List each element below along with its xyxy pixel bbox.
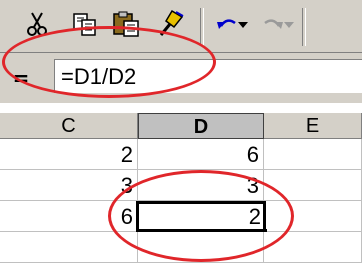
formula-input[interactable]: =D1/D2	[54, 59, 362, 93]
table-row: 3 3	[0, 170, 362, 201]
column-header-d[interactable]: D	[138, 113, 264, 139]
cut-icon	[26, 11, 48, 42]
cell-d1[interactable]: 6	[138, 139, 264, 170]
copy-icon	[72, 11, 98, 42]
column-header-e[interactable]: E	[264, 113, 362, 139]
column-header-row: C D E	[0, 113, 362, 139]
cell-c4[interactable]	[0, 232, 138, 263]
undo-icon	[215, 14, 239, 39]
table-row: 6 2	[0, 201, 362, 232]
cell-e1[interactable]	[264, 139, 362, 170]
paste-icon	[112, 10, 142, 43]
table-row	[0, 232, 362, 263]
toolbar-separator	[200, 8, 204, 46]
cell-c3[interactable]: 6	[0, 201, 138, 232]
cell-e3[interactable]	[266, 201, 362, 232]
standard-toolbar	[0, 0, 362, 53]
column-header-c[interactable]: C	[0, 113, 138, 139]
table-row: 2 6	[0, 139, 362, 170]
cell-c2[interactable]: 3	[0, 170, 138, 201]
excel-window: = =D1/D2 C D E 2 6 3 3 6 2	[0, 0, 362, 268]
cell-d4[interactable]	[138, 232, 264, 263]
cell-e2[interactable]	[264, 170, 362, 201]
active-cell-d3[interactable]: 2	[136, 201, 266, 232]
partial-toolbar-button[interactable]	[0, 8, 10, 44]
toolbar-separator	[302, 8, 306, 46]
undo-dropdown-arrow[interactable]	[238, 22, 248, 28]
redo-dropdown-arrow[interactable]	[284, 22, 294, 28]
formula-equals-button[interactable]: =	[8, 64, 34, 92]
redo-icon	[261, 14, 285, 39]
format-painter-icon	[156, 9, 186, 44]
formula-bar: = =D1/D2	[0, 53, 362, 103]
copy-button[interactable]	[68, 8, 102, 44]
cut-button[interactable]	[20, 8, 54, 44]
worksheet-grid: C D E 2 6 3 3 6 2	[0, 103, 362, 268]
paste-button[interactable]	[110, 8, 144, 44]
cell-d2[interactable]: 3	[138, 170, 264, 201]
cell-e4[interactable]	[264, 232, 362, 263]
format-painter-button[interactable]	[154, 8, 188, 44]
cell-c1[interactable]: 2	[0, 139, 138, 170]
